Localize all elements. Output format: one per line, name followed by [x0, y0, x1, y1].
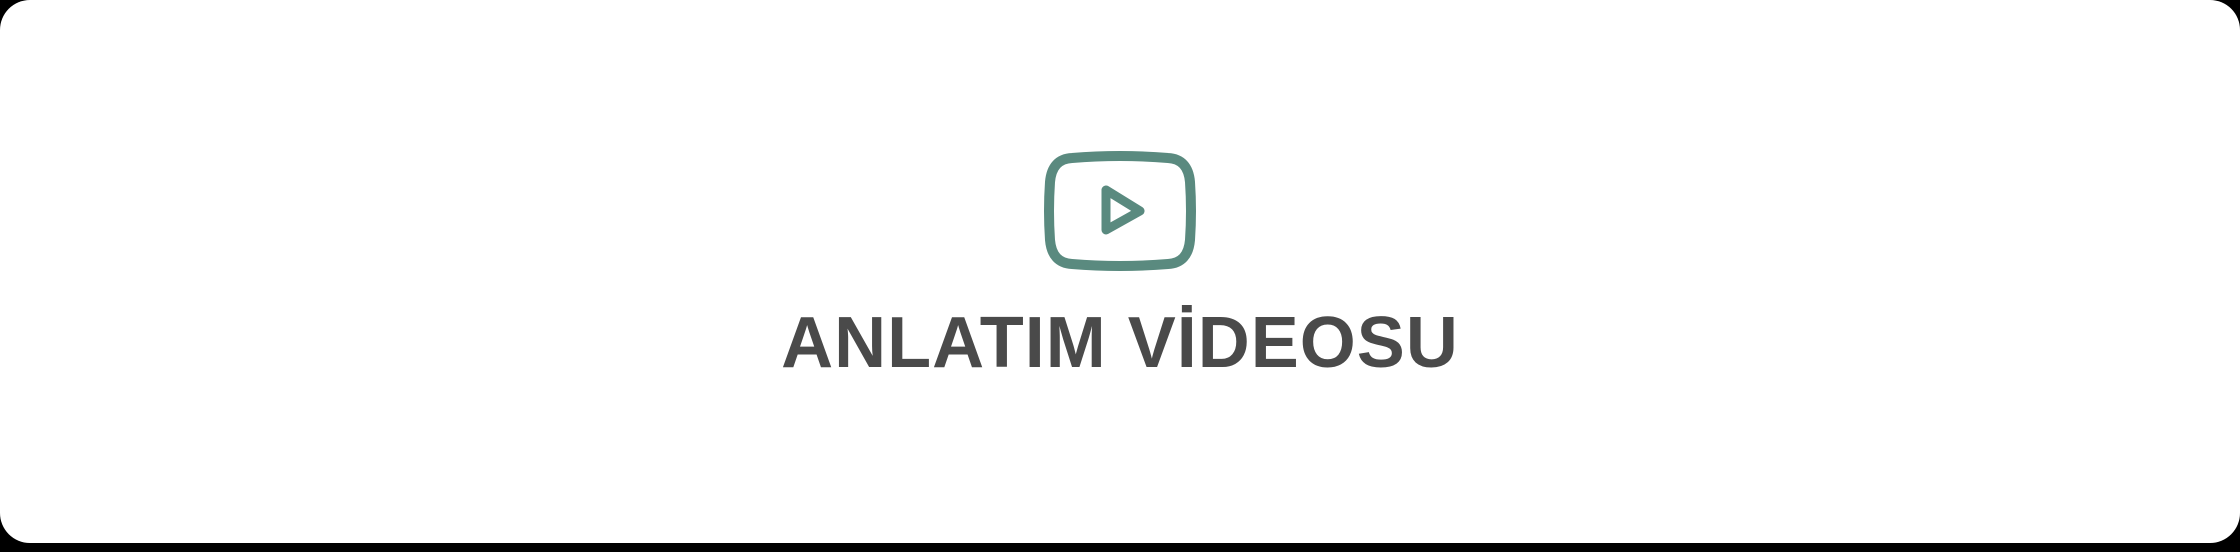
- video-play-icon: [1042, 150, 1198, 272]
- tutorial-video-card[interactable]: ANLATIM VİDEOSU: [0, 0, 2240, 543]
- card-title: ANLATIM VİDEOSU: [781, 303, 1459, 383]
